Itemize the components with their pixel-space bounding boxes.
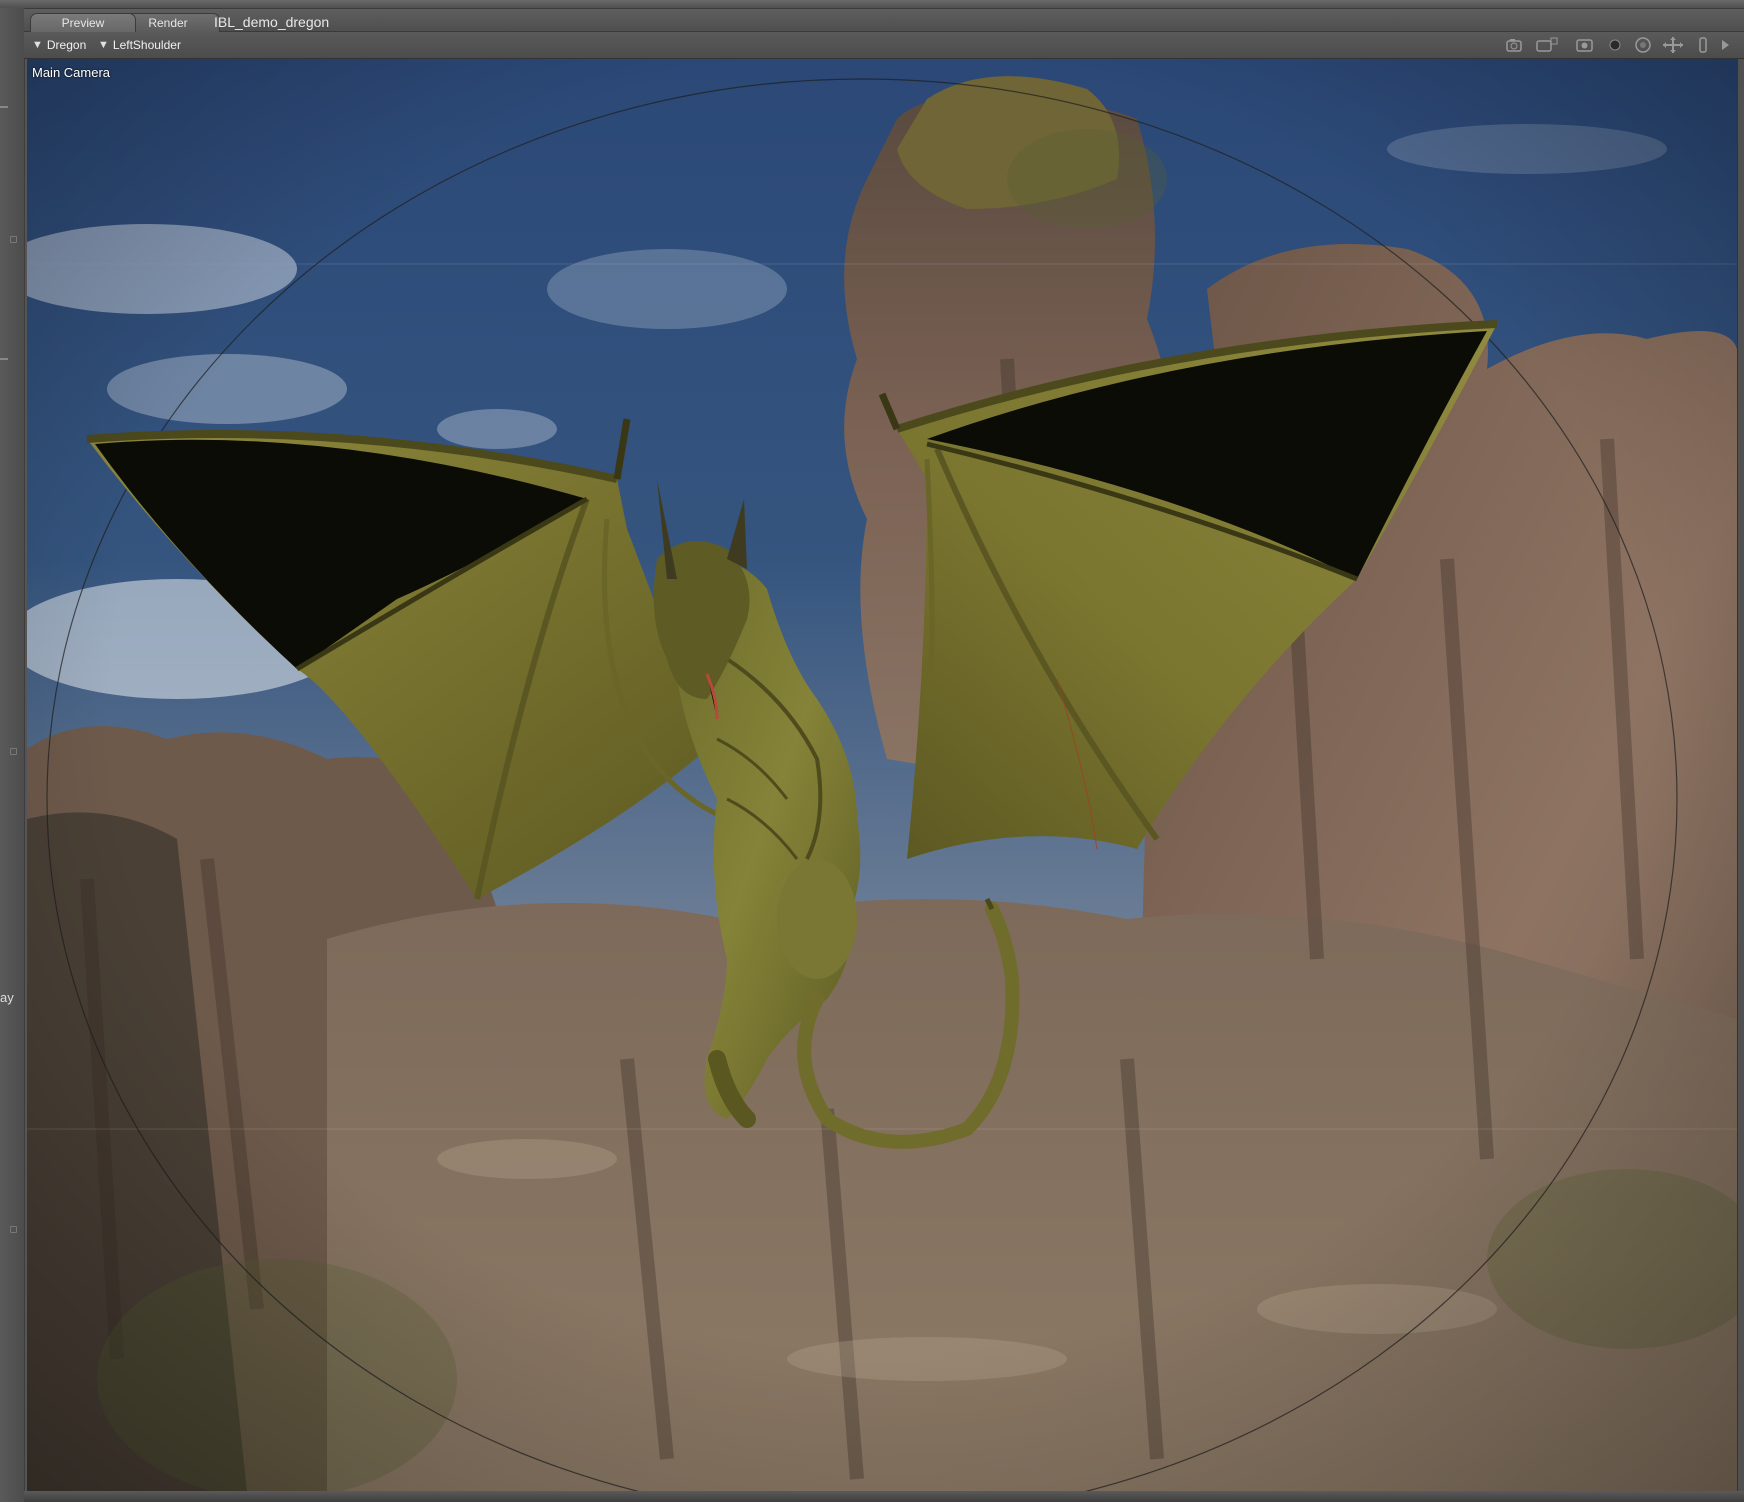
- bone-selector[interactable]: ▼ LeftShoulder: [98, 36, 181, 55]
- scale-icon[interactable]: [1692, 36, 1714, 54]
- panel-handle[interactable]: [10, 1226, 17, 1233]
- left-side-panel: ay: [0, 8, 25, 1502]
- dropdown-arrow-icon: ▼: [98, 39, 109, 51]
- viewport-right-border: [1737, 59, 1744, 1491]
- dropdown-arrow-icon: ▼: [32, 39, 43, 51]
- orbit-icon[interactable]: [1632, 36, 1654, 54]
- 3d-viewport[interactable]: Main Camera: [27, 59, 1737, 1491]
- viewport-bottom-bar: [24, 1491, 1744, 1502]
- figure-selector-label: Dregon: [46, 38, 87, 52]
- top-menu-strip: [0, 0, 1744, 9]
- camera-label: Main Camera: [32, 65, 111, 80]
- viewport-toolbar: ▼ Dregon ▼ LeftShoulder: [24, 32, 1744, 59]
- panel-handle[interactable]: [10, 748, 17, 755]
- panel-marker: [0, 106, 8, 108]
- bone-selector-label: LeftShoulder: [112, 38, 181, 52]
- camera-aux-icon[interactable]: [1534, 36, 1558, 54]
- camera-icon[interactable]: [1504, 36, 1526, 54]
- document-title: IBL_demo_dregon: [214, 14, 330, 30]
- panel-marker: [0, 358, 8, 360]
- tab-preview[interactable]: Preview: [30, 13, 136, 32]
- figure-selector[interactable]: ▼ Dregon: [32, 36, 86, 55]
- viewport-tool-icons: [1484, 34, 1744, 56]
- sphere-icon[interactable]: [1604, 36, 1626, 54]
- scene-render: [27, 59, 1737, 1491]
- render-icon[interactable]: [1574, 36, 1596, 54]
- app-window: ay Render Preview IBL_demo_dregon ▼ Drego…: [0, 0, 1744, 1502]
- tab-bar: Render Preview IBL_demo_dregon: [24, 9, 1744, 32]
- more-icon[interactable]: [1714, 36, 1736, 54]
- panel-handle[interactable]: [10, 236, 17, 243]
- side-panel-cut-label: ay: [0, 990, 14, 1005]
- move-icon[interactable]: [1660, 36, 1683, 54]
